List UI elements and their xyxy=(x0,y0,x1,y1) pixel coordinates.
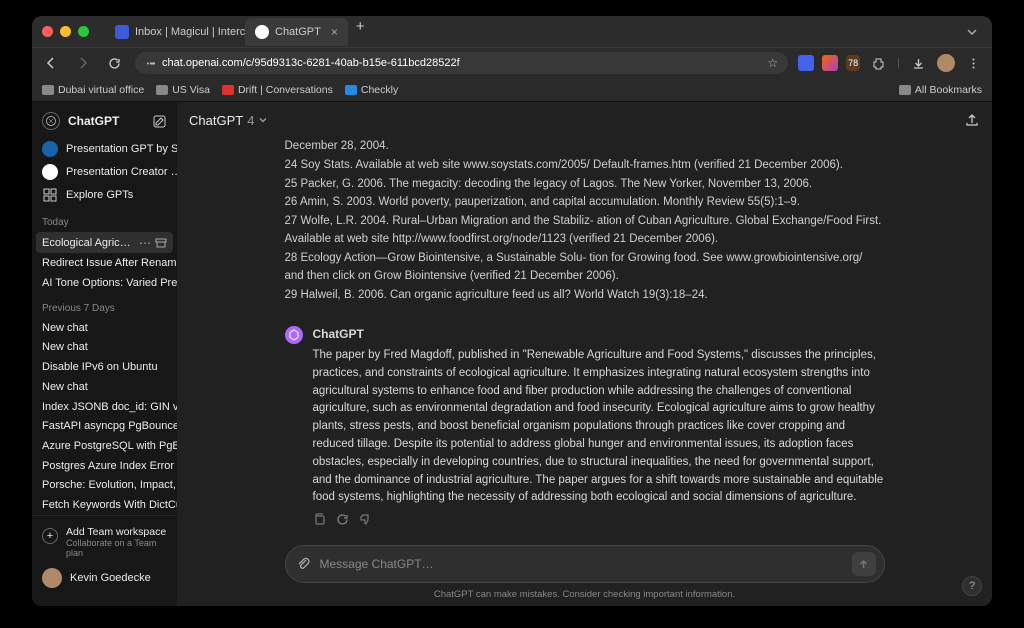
sidebar-chat-active[interactable]: Ecological Agriculture Ov… ⋯ xyxy=(36,232,173,253)
browser-menu-icon[interactable] xyxy=(963,55,984,72)
copy-icon[interactable] xyxy=(313,513,326,526)
user-menu-button[interactable]: Kevin Goedecke xyxy=(42,562,167,594)
gpt-avatar-icon xyxy=(42,164,58,180)
footer-disclaimer: ChatGPT can make mistakes. Consider chec… xyxy=(177,585,992,606)
folder-icon xyxy=(42,85,54,95)
address-bar[interactable]: chat.openai.com/c/95d9313c-6281-40ab-b15… xyxy=(135,52,788,74)
send-button[interactable] xyxy=(852,552,876,576)
bookmark-star-icon[interactable]: ☆ xyxy=(767,56,778,70)
main-header: ChatGPT 4 xyxy=(177,102,992,138)
window-controls xyxy=(42,26,89,37)
assistant-avatar-icon xyxy=(285,326,303,344)
extension-icons: 78 | xyxy=(798,54,984,72)
sidebar-item-gpt[interactable]: Presentation Creator … xyxy=(32,161,177,184)
new-tab-button[interactable]: + xyxy=(348,18,373,46)
browser-tab-active[interactable]: ChatGPT × xyxy=(245,18,348,46)
sidebar-chat[interactable]: Postgres Azure Index Error xyxy=(32,456,177,476)
chat-scroll-area[interactable]: December 28, 2004. 24 Soy Stats. Availab… xyxy=(177,138,992,539)
extensions-menu-icon[interactable] xyxy=(868,55,889,72)
app-name: ChatGPT xyxy=(68,114,144,128)
chat-more-icon[interactable]: ⋯ xyxy=(139,236,151,250)
assistant-message: ChatGPT The paper by Fred Magdoff, publi… xyxy=(285,319,885,532)
sidebar: ChatGPT Presentation GPT by S… Presentat… xyxy=(32,102,177,606)
new-chat-icon[interactable] xyxy=(152,114,167,129)
sidebar-chat[interactable]: New chat xyxy=(32,318,177,338)
user-avatar-icon xyxy=(42,568,62,588)
minimize-window-button[interactable] xyxy=(60,26,71,37)
tabs-dropdown-icon[interactable] xyxy=(962,22,982,42)
checkly-icon xyxy=(345,85,357,95)
chevron-down-icon xyxy=(258,115,268,125)
assistant-name: ChatGPT xyxy=(313,325,885,344)
extension-badge-icon[interactable]: 78 xyxy=(846,55,860,71)
all-bookmarks-button[interactable]: All Bookmarks xyxy=(899,84,982,96)
chatgpt-logo-icon[interactable] xyxy=(42,112,60,130)
browser-titlebar: Inbox | Magicul | Intercom × ChatGPT × + xyxy=(32,16,992,48)
chat-archive-icon[interactable] xyxy=(155,237,167,249)
sidebar-chat[interactable]: Azure PostgreSQL with PgBounce xyxy=(32,436,177,456)
chatgpt-favicon-icon xyxy=(255,25,269,39)
bookmark-item[interactable]: Drift | Conversations xyxy=(222,84,333,96)
gpt-avatar-icon xyxy=(42,141,58,157)
model-selector[interactable]: ChatGPT 4 xyxy=(189,113,268,128)
site-info-icon[interactable] xyxy=(145,58,156,69)
folder-icon xyxy=(899,85,911,95)
user-message-content: December 28, 2004. 24 Soy Stats. Availab… xyxy=(285,138,885,319)
drift-icon xyxy=(222,85,234,95)
tab-title: Inbox | Magicul | Intercom xyxy=(135,26,245,38)
plus-circle-icon: + xyxy=(42,528,58,544)
extension-icon[interactable] xyxy=(822,55,838,71)
browser-toolbar: chat.openai.com/c/95d9313c-6281-40ab-b15… xyxy=(32,48,992,78)
help-button[interactable]: ? xyxy=(962,576,982,596)
thumbs-down-icon[interactable] xyxy=(359,513,372,526)
sidebar-chat[interactable]: FastAPI asyncpg PgBouncer solut xyxy=(32,416,177,436)
sidebar-chat[interactable]: Porsche: Evolution, Impact, Future xyxy=(32,476,177,496)
assistant-text: The paper by Fred Magdoff, published in … xyxy=(313,347,885,507)
main-panel: ChatGPT 4 December 28, 2004. 24 Soy Stat… xyxy=(177,102,992,606)
bookmark-item[interactable]: US Visa xyxy=(156,84,210,96)
browser-tab[interactable]: Inbox | Magicul | Intercom × xyxy=(105,18,245,46)
sidebar-chat[interactable]: Fetch Keywords With DictCursor xyxy=(32,495,177,515)
add-team-workspace-button[interactable]: + Add Team workspace Collaborate on a Te… xyxy=(42,522,167,562)
intercom-favicon-icon xyxy=(115,25,129,39)
sidebar-chat[interactable]: New chat xyxy=(32,377,177,397)
regenerate-icon[interactable] xyxy=(336,513,349,526)
composer xyxy=(285,545,885,583)
bookmark-item[interactable]: Checkly xyxy=(345,84,398,96)
sidebar-chat[interactable]: New chat xyxy=(32,337,177,357)
sidebar-section-header: Previous 7 Days xyxy=(32,293,177,318)
share-button[interactable] xyxy=(964,112,980,128)
sidebar-chat[interactable]: AI Tone Options: Varied Presentat xyxy=(32,273,177,293)
forward-button[interactable] xyxy=(72,54,94,72)
bookmark-item[interactable]: Dubai virtual office xyxy=(42,84,144,96)
message-input[interactable] xyxy=(320,557,844,571)
attach-file-icon[interactable] xyxy=(296,556,312,572)
message-actions xyxy=(313,513,885,526)
bookmarks-bar: Dubai virtual office US Visa Drift | Con… xyxy=(32,78,992,102)
close-tab-icon[interactable]: × xyxy=(331,25,338,39)
grid-icon xyxy=(42,187,58,203)
folder-icon xyxy=(156,85,168,95)
reload-button[interactable] xyxy=(104,55,125,72)
extension-icon[interactable] xyxy=(798,55,814,71)
sidebar-chat[interactable]: Redirect Issue After Renaming xyxy=(32,253,177,273)
back-button[interactable] xyxy=(40,54,62,72)
sidebar-section-header: Today xyxy=(32,207,177,232)
maximize-window-button[interactable] xyxy=(78,26,89,37)
url-text: chat.openai.com/c/95d9313c-6281-40ab-b15… xyxy=(162,57,761,69)
profile-avatar-icon[interactable] xyxy=(937,54,955,72)
sidebar-item-gpt[interactable]: Presentation GPT by S… xyxy=(32,138,177,161)
downloads-icon[interactable] xyxy=(908,55,929,72)
sidebar-chat[interactable]: Disable IPv6 on Ubuntu xyxy=(32,357,177,377)
tab-title: ChatGPT xyxy=(275,26,321,38)
close-window-button[interactable] xyxy=(42,26,53,37)
browser-tabs: Inbox | Magicul | Intercom × ChatGPT × + xyxy=(105,18,962,46)
sidebar-item-explore[interactable]: Explore GPTs xyxy=(32,184,177,207)
sidebar-chat[interactable]: Index JSONB doc_id: GIN vs. BTRE xyxy=(32,397,177,417)
